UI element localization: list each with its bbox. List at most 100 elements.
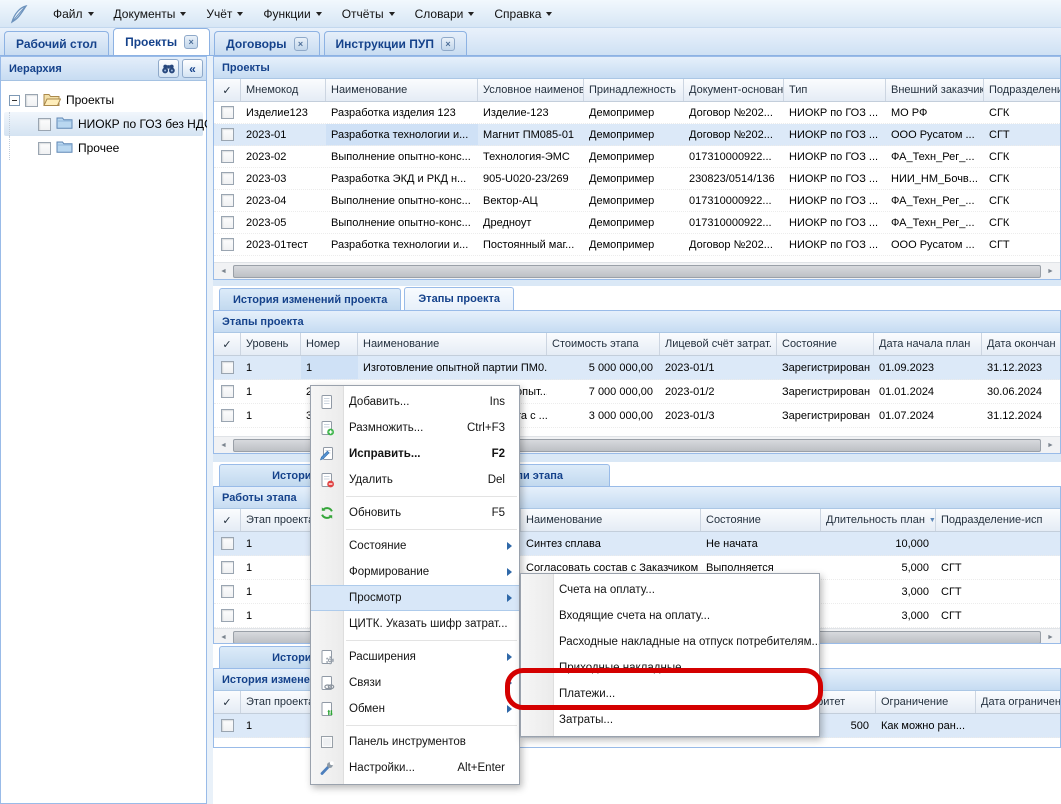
row-checkbox[interactable] xyxy=(221,128,234,141)
scroll-right-icon[interactable]: ► xyxy=(1042,630,1059,645)
row-checkbox[interactable] xyxy=(221,361,234,374)
row-checkbox[interactable] xyxy=(221,609,234,622)
history-col-5[interactable]: Ограничение xyxy=(876,691,976,713)
window-tab-2[interactable]: Договоры× xyxy=(214,31,319,55)
projects-row-1[interactable]: 2023-01Разработка технологии и...Магнит … xyxy=(214,124,1060,146)
view-submenu-item-2[interactable]: Расходные накладные на отпуск потребител… xyxy=(521,629,819,655)
close-icon[interactable]: × xyxy=(294,37,308,51)
window-tab-3[interactable]: Инструкции ПУП× xyxy=(324,31,467,55)
context-menu-item-7[interactable]: Состояние xyxy=(311,533,519,559)
context-menu-item-2[interactable]: Исправить...F2 xyxy=(311,441,519,467)
projects-col-7[interactable]: Внешний заказчик xyxy=(886,79,984,101)
stages-row-0[interactable]: 11Изготовление опытной партии ПМ0...5 00… xyxy=(214,356,1060,380)
tree-node-0[interactable]: Проекты xyxy=(4,88,203,112)
stages-col-2[interactable]: Номер xyxy=(301,333,358,355)
context-menu-item-16[interactable]: Панель инструментов xyxy=(311,729,519,755)
collapse-left-icon[interactable]: « xyxy=(182,59,203,78)
tree-expander-icon[interactable] xyxy=(9,95,20,106)
context-menu-item-0[interactable]: Добавить...Ins xyxy=(311,389,519,415)
context-menu-item-10[interactable]: ЦИТК. Указать шифр затрат... xyxy=(311,611,519,637)
works-col-3[interactable]: Наименование xyxy=(521,509,701,531)
tree-checkbox[interactable] xyxy=(38,118,51,131)
projects-col-1[interactable]: Мнемокод xyxy=(241,79,326,101)
menubar-item-6[interactable]: Справка xyxy=(483,3,561,25)
stages-col-4[interactable]: Стоимость этапа xyxy=(547,333,660,355)
stages-col-5[interactable]: Лицевой счёт затрат. xyxy=(660,333,777,355)
projects-col-4[interactable]: Принадлежность xyxy=(584,79,684,101)
projects-col-6[interactable]: Тип xyxy=(784,79,886,101)
projects-row-6[interactable]: 2023-01тестРазработка технологии и...Пос… xyxy=(214,234,1060,256)
scroll-right-icon[interactable]: ► xyxy=(1042,438,1059,453)
context-menu-item-12[interactable]: Расширения xyxy=(311,644,519,670)
row-checkbox[interactable] xyxy=(221,150,234,163)
menubar-item-0[interactable]: Файл xyxy=(42,3,103,25)
row-checkbox[interactable] xyxy=(221,172,234,185)
projects-row-5[interactable]: 2023-05Выполнение опытно-конс...Дредноут… xyxy=(214,212,1060,234)
stages-col-6[interactable]: Состояние xyxy=(777,333,874,355)
context-menu-item-13[interactable]: Связи xyxy=(311,670,519,696)
row-checkbox[interactable] xyxy=(221,561,234,574)
projects-row-2[interactable]: 2023-02Выполнение опытно-конс...Технолог… xyxy=(214,146,1060,168)
close-icon[interactable]: × xyxy=(441,37,455,51)
view-submenu-item-4[interactable]: Платежи... xyxy=(521,681,819,707)
menubar-item-5[interactable]: Словари xyxy=(404,3,484,25)
view-submenu-item-1[interactable]: Входящие счета на оплату... xyxy=(521,603,819,629)
projects-col-0[interactable]: ✓ xyxy=(214,79,241,101)
projects-row-4[interactable]: 2023-04Выполнение опытно-конс...Вектор-А… xyxy=(214,190,1060,212)
context-menu-item-17[interactable]: Настройки...Alt+Enter xyxy=(311,755,519,781)
window-tab-0[interactable]: Рабочий стол xyxy=(4,31,109,55)
stages-col-7[interactable]: Дата начала план xyxy=(874,333,982,355)
context-menu-item-8[interactable]: Формирование xyxy=(311,559,519,585)
window-tab-1[interactable]: Проекты× xyxy=(113,28,210,55)
close-icon[interactable]: × xyxy=(184,35,198,49)
projects-row-3[interactable]: 2023-03Разработка ЭКД и РКД н...905-U020… xyxy=(214,168,1060,190)
scroll-left-icon[interactable]: ◄ xyxy=(215,264,232,279)
tree-node-2[interactable]: Прочее xyxy=(4,136,203,160)
projects-col-5[interactable]: Документ-основан xyxy=(684,79,784,101)
works-col-6[interactable]: Подразделение-исп xyxy=(936,509,1061,531)
row-checkbox[interactable] xyxy=(221,106,234,119)
context-menu-item-9[interactable]: Просмотр xyxy=(311,585,519,611)
history-col-0[interactable]: ✓ xyxy=(214,691,241,713)
context-menu-item-1[interactable]: Размножить...Ctrl+F3 xyxy=(311,415,519,441)
context-menu-item-3[interactable]: УдалитьDel xyxy=(311,467,519,493)
scroll-left-icon[interactable]: ◄ xyxy=(215,630,232,645)
row-checkbox[interactable] xyxy=(221,409,234,422)
projects-row-0[interactable]: Изделие123Разработка изделия 123Изделие-… xyxy=(214,102,1060,124)
binoculars-icon[interactable] xyxy=(158,59,179,78)
scroll-left-icon[interactable]: ◄ xyxy=(215,438,232,453)
stages-col-8[interactable]: Дата окончан xyxy=(982,333,1061,355)
history-col-6[interactable]: Дата ограничения xyxy=(976,691,1061,713)
view-submenu-item-0[interactable]: Счета на оплату... xyxy=(521,577,819,603)
scrollbar-thumb[interactable] xyxy=(233,265,1041,278)
projects-col-3[interactable]: Условное наименова xyxy=(478,79,584,101)
row-checkbox[interactable] xyxy=(221,194,234,207)
stage-tab-0[interactable]: История изменений проекта xyxy=(219,288,401,310)
context-menu-item-14[interactable]: Обмен xyxy=(311,696,519,722)
stages-col-1[interactable]: Уровень xyxy=(241,333,301,355)
stage-tab-1[interactable]: Этапы проекта xyxy=(404,287,514,310)
stages-col-0[interactable]: ✓ xyxy=(214,333,241,355)
works-col-4[interactable]: Состояние xyxy=(701,509,821,531)
context-menu-item-5[interactable]: ОбновитьF5 xyxy=(311,500,519,526)
menubar-item-1[interactable]: Документы xyxy=(103,3,196,25)
works-col-5[interactable]: Длительность план▼ xyxy=(821,509,936,531)
row-checkbox[interactable] xyxy=(221,238,234,251)
row-checkbox[interactable] xyxy=(221,719,234,732)
row-checkbox[interactable] xyxy=(221,585,234,598)
stages-col-3[interactable]: Наименование xyxy=(358,333,547,355)
view-submenu-item-3[interactable]: Приходные накладные... xyxy=(521,655,819,681)
menubar-item-4[interactable]: Отчёты xyxy=(331,3,404,25)
projects-hscrollbar[interactable]: ◄► xyxy=(214,262,1060,279)
menubar-item-2[interactable]: Учёт xyxy=(195,3,252,25)
row-checkbox[interactable] xyxy=(221,216,234,229)
tree-checkbox[interactable] xyxy=(38,142,51,155)
tree-node-1[interactable]: НИОКР по ГОЗ без НДС xyxy=(4,112,203,136)
tree-checkbox[interactable] xyxy=(25,94,38,107)
scroll-right-icon[interactable]: ► xyxy=(1042,264,1059,279)
projects-col-8[interactable]: Подразделени xyxy=(984,79,1061,101)
view-submenu-item-5[interactable]: Затраты... xyxy=(521,707,819,733)
projects-col-2[interactable]: Наименование xyxy=(326,79,478,101)
row-checkbox[interactable] xyxy=(221,385,234,398)
menubar-item-3[interactable]: Функции xyxy=(252,3,330,25)
